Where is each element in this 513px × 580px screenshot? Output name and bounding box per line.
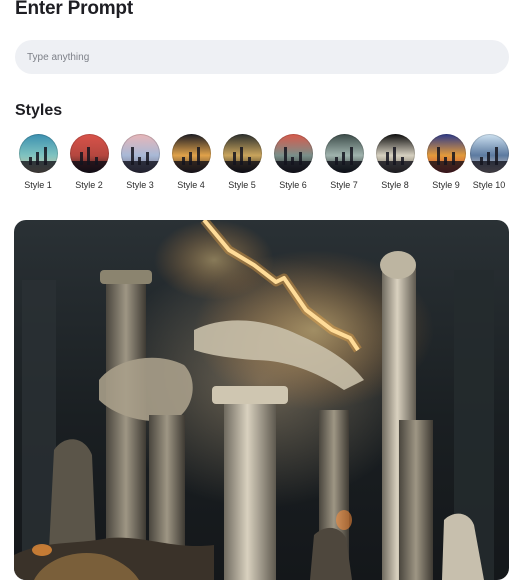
style-thumbnail bbox=[324, 134, 364, 173]
thumbnail-silhouette bbox=[349, 147, 353, 165]
style-thumbnail bbox=[18, 134, 58, 173]
style-label: Style 8 bbox=[381, 180, 409, 190]
thumbnail-silhouette bbox=[28, 157, 32, 165]
style-label: Style 9 bbox=[432, 180, 460, 190]
style-label: Style 6 bbox=[279, 180, 307, 190]
style-option-2[interactable]: Style 2 bbox=[65, 134, 113, 190]
style-option-6[interactable]: Style 6 bbox=[269, 134, 317, 190]
style-label: Style 4 bbox=[177, 180, 205, 190]
thumbnail-silhouette bbox=[443, 157, 447, 165]
style-thumbnail bbox=[120, 134, 160, 173]
thumbnail-silhouette bbox=[239, 147, 243, 165]
style-option-5[interactable]: Style 5 bbox=[218, 134, 266, 190]
style-option-4[interactable]: Style 4 bbox=[167, 134, 215, 190]
style-thumbnail bbox=[426, 134, 466, 173]
thumbnail-silhouette bbox=[145, 152, 149, 165]
thumbnail-silhouette bbox=[181, 157, 185, 165]
thumbnail-silhouette bbox=[35, 152, 39, 165]
style-option-3[interactable]: Style 3 bbox=[116, 134, 164, 190]
thumbnail-silhouette bbox=[79, 152, 83, 165]
style-label: Style 1 bbox=[24, 180, 52, 190]
thumbnail-silhouette bbox=[247, 157, 251, 165]
thumbnail-silhouette bbox=[232, 152, 236, 165]
thumbnail-silhouette bbox=[385, 152, 389, 165]
thumbnail-silhouette bbox=[436, 147, 440, 165]
thumbnail-silhouette bbox=[283, 147, 287, 165]
thumbnail-silhouette bbox=[188, 152, 192, 165]
styles-heading: Styles bbox=[15, 102, 63, 119]
thumbnail-silhouette bbox=[43, 147, 47, 165]
prompt-input[interactable] bbox=[25, 50, 509, 64]
style-option-1[interactable]: Style 1 bbox=[14, 134, 62, 190]
thumbnail-silhouette bbox=[290, 157, 294, 165]
style-label: Style 2 bbox=[75, 180, 103, 190]
style-option-7[interactable]: Style 7 bbox=[320, 134, 368, 190]
generated-image-artwork bbox=[14, 220, 494, 580]
style-label: Style 3 bbox=[126, 180, 154, 190]
style-thumbnail bbox=[273, 134, 313, 173]
thumbnail-silhouette bbox=[94, 157, 98, 165]
generated-image bbox=[14, 220, 509, 580]
thumbnail-silhouette bbox=[400, 157, 404, 165]
thumbnail-silhouette bbox=[334, 157, 338, 165]
styles-list: Style 1 Style 2 Style 3 Style 4 Style 5 … bbox=[14, 134, 512, 196]
thumbnail-silhouette bbox=[392, 147, 396, 165]
style-label: Style 7 bbox=[330, 180, 358, 190]
style-label: Style 5 bbox=[228, 180, 256, 190]
thumbnail-silhouette bbox=[479, 157, 483, 165]
thumbnail-silhouette bbox=[130, 147, 134, 165]
thumbnail-silhouette bbox=[298, 152, 302, 165]
style-thumbnail bbox=[222, 134, 262, 173]
thumbnail-silhouette bbox=[494, 147, 498, 165]
page-title: Enter Prompt bbox=[15, 0, 133, 19]
style-option-9[interactable]: Style 9 bbox=[422, 134, 470, 190]
prompt-field[interactable] bbox=[15, 40, 509, 74]
style-thumbnail bbox=[171, 134, 211, 173]
thumbnail-silhouette bbox=[451, 152, 455, 165]
style-label: Style 10 bbox=[472, 180, 506, 190]
style-thumbnail bbox=[375, 134, 415, 173]
thumbnail-silhouette bbox=[196, 147, 200, 165]
style-option-10[interactable]: Style 10 bbox=[465, 134, 513, 190]
thumbnail-silhouette bbox=[86, 147, 90, 165]
thumbnail-silhouette bbox=[486, 152, 490, 165]
style-thumbnail bbox=[69, 134, 109, 173]
style-option-8[interactable]: Style 8 bbox=[371, 134, 419, 190]
thumbnail-silhouette bbox=[137, 157, 141, 165]
thumbnail-silhouette bbox=[341, 152, 345, 165]
style-thumbnail bbox=[469, 134, 509, 173]
